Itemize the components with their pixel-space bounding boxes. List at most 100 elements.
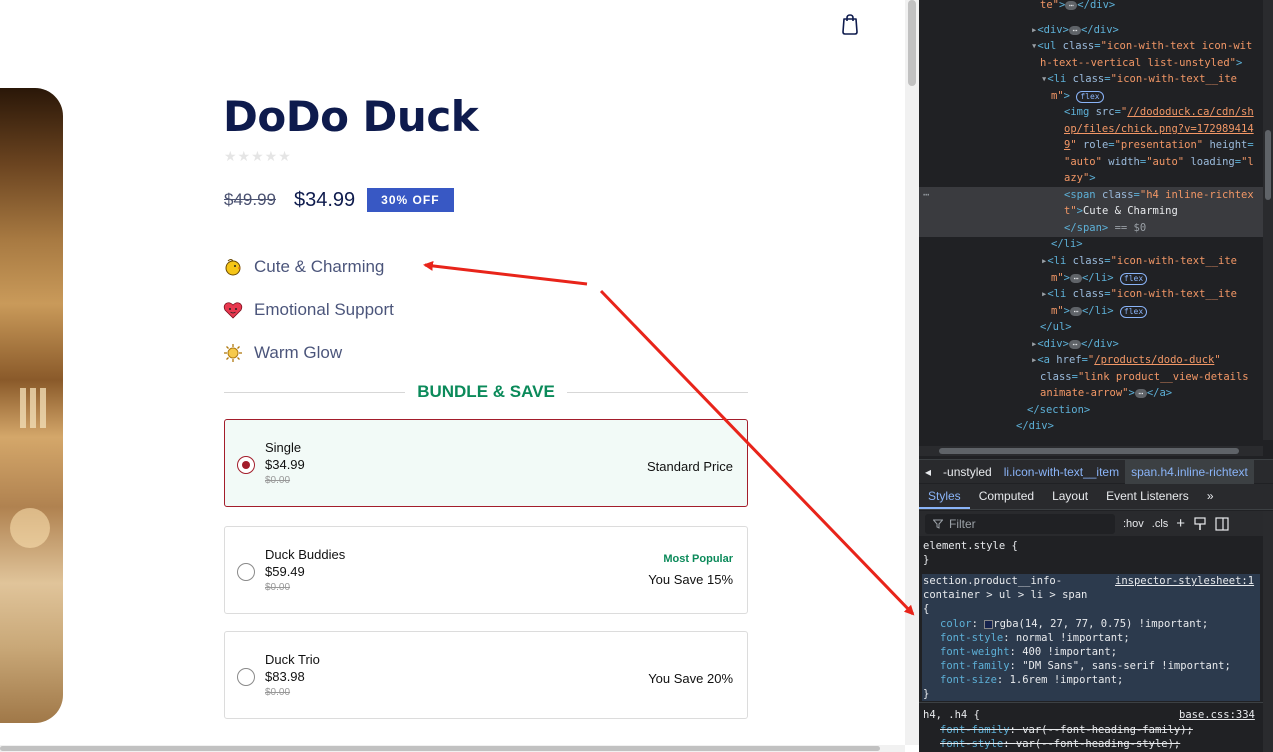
dom-node[interactable]: 9" role="presentation" height=	[1064, 137, 1254, 154]
dom-node[interactable]: ▸<a href="/products/dodo-duck"	[1031, 352, 1221, 369]
dom-node[interactable]: m"> flex	[1051, 88, 1104, 105]
dom-node[interactable]: ▾<ul class="icon-with-text icon-wit	[1031, 38, 1252, 55]
class-toggle[interactable]: .cls	[1152, 518, 1169, 530]
dom-node[interactable]: ▾<li class="icon-with-text__ite	[1041, 71, 1237, 88]
discount-badge: 30% OFF	[367, 188, 454, 212]
dom-node[interactable]: ▸<div> ⋯ </div>	[1031, 336, 1119, 353]
property-value[interactable]: "DM Sans", sans-serif !important;	[1022, 660, 1231, 672]
breadcrumb-item[interactable]: -unstyled	[937, 460, 998, 484]
rule-source-text[interactable]: base.css:334	[1179, 709, 1255, 721]
css-property[interactable]: color: rgba(14, 27, 77, 0.75) !important…	[940, 617, 1208, 632]
property-name[interactable]: font-family	[940, 724, 1010, 736]
rule-selector[interactable]: section.product__info-	[923, 574, 1062, 589]
toggle-sidebar-icon[interactable]	[1215, 516, 1229, 531]
css-property[interactable]: font-style: normal !important;	[940, 631, 1130, 646]
more-tabs-icon[interactable]: »	[1198, 484, 1223, 509]
dom-node[interactable]: class="link product__view-details	[1040, 369, 1249, 386]
dom-node[interactable]: </ul>	[1040, 319, 1072, 336]
scrollbar-thumb[interactable]	[908, 0, 916, 86]
dom-node[interactable]: op/files/chick.png?v=172989414	[1064, 121, 1254, 138]
dom-node-selected[interactable]: </span> == $0	[1064, 220, 1146, 237]
property-name[interactable]: font-family	[940, 660, 1010, 672]
radio-button[interactable]	[237, 563, 255, 581]
property-name[interactable]: color	[940, 618, 972, 630]
element-style-selector[interactable]: element.style {	[923, 539, 1018, 554]
dom-node[interactable]: h-text--vertical list-unstyled">	[1040, 55, 1242, 72]
rule-source-text[interactable]: inspector-stylesheet:1	[1115, 575, 1254, 587]
tab-event-listeners[interactable]: Event Listeners	[1097, 484, 1198, 509]
bundle-option-name: Single	[265, 440, 302, 455]
property-value[interactable]: var(--font-heading-family);	[1022, 724, 1193, 736]
css-property[interactable]: font-family: "DM Sans", sans-serif !impo…	[940, 659, 1231, 674]
css-property[interactable]: font-weight: 400 !important;	[940, 645, 1117, 660]
hover-state-toggle[interactable]: :hov	[1123, 518, 1144, 530]
property-value[interactable]: 400 !important;	[1022, 646, 1117, 658]
bundle-option-duck-buddies[interactable]: Duck Buddies $59.49 $0.00 Most Popular Y…	[224, 526, 748, 614]
rating-stars[interactable]: ★★★★★	[224, 148, 292, 165]
rule-source-link[interactable]: inspector-stylesheet:1	[1115, 574, 1254, 589]
rule-selector[interactable]: container > ul > li > span	[923, 588, 1087, 603]
chick-icon	[222, 256, 244, 278]
dom-node[interactable]: m"> ⋯ </li> flex	[1051, 303, 1148, 320]
tab-computed[interactable]: Computed	[970, 484, 1043, 509]
cart-icon[interactable]	[838, 12, 862, 36]
styles-scrollbar[interactable]	[1263, 511, 1273, 752]
dom-node-menu[interactable]: ⋯	[923, 187, 929, 204]
radio-button[interactable]	[237, 456, 255, 474]
image-detail	[40, 388, 46, 428]
dom-node[interactable]: ▸<div> ⋯ </div>	[1031, 22, 1119, 39]
property-value[interactable]: var(--font-heading-style);	[1016, 738, 1180, 750]
property-name[interactable]: font-size	[940, 674, 997, 686]
page-horizontal-scrollbar[interactable]	[0, 745, 905, 752]
page-scrollbar[interactable]	[905, 0, 919, 745]
dom-node[interactable]: te"> ⋯ </div>	[1040, 0, 1115, 14]
css-property[interactable]: font-size: 1.6rem !important;	[940, 673, 1123, 688]
rule-selector[interactable]: h4, .h4 {	[923, 708, 980, 723]
breadcrumb-item-current[interactable]: span.h4.inline-richtext	[1125, 459, 1254, 484]
dom-node[interactable]: azy">	[1064, 170, 1096, 187]
new-rule-button[interactable]: +	[1176, 515, 1185, 532]
radio-button[interactable]	[237, 668, 255, 686]
css-property-overridden[interactable]: font-style: var(--font-heading-style);	[940, 737, 1180, 752]
dom-node[interactable]: </div>	[1016, 418, 1054, 435]
tab-layout[interactable]: Layout	[1043, 484, 1097, 509]
styles-toolbar: Filter :hov .cls +	[919, 511, 1263, 536]
breadcrumb-back-icon[interactable]: ◂	[919, 460, 937, 484]
color-swatch[interactable]	[984, 619, 994, 629]
rule-brace: {	[923, 603, 930, 615]
elements-horizontal-scrollbar[interactable]	[919, 446, 1263, 456]
bundle-option-single[interactable]: Single $34.99 $0.00 Standard Price	[224, 419, 748, 507]
dom-node[interactable]: animate-arrow"> ⋯ </a>	[1040, 385, 1172, 402]
elements-tree[interactable]: te"> ⋯ </div> ▸<div> ⋯ </div> ▾<ul class="ic…	[919, 0, 1273, 446]
scrollbar-thumb[interactable]	[0, 746, 880, 751]
dom-node[interactable]: "auto" width="auto" loading="l	[1064, 154, 1254, 171]
dom-node[interactable]: </section>	[1027, 402, 1090, 419]
dom-node-selected[interactable]: t">Cute & Charming	[1064, 203, 1178, 220]
property-value[interactable]: normal !important;	[1016, 632, 1130, 644]
dom-node[interactable]: </li>	[1051, 236, 1083, 253]
tab-styles[interactable]: Styles	[919, 484, 970, 509]
feature-item: Emotional Support	[222, 288, 394, 331]
dom-node[interactable]: m"> ⋯ </li> flex	[1051, 270, 1148, 287]
rule-source-link[interactable]: base.css:334	[1179, 708, 1255, 723]
dom-node[interactable]: ▸<li class="icon-with-text__ite	[1041, 286, 1237, 303]
property-name[interactable]: font-style	[940, 632, 1003, 644]
paint-icon[interactable]	[1193, 516, 1207, 531]
breadcrumb-item[interactable]: li.icon-with-text__item	[998, 460, 1125, 484]
elements-scrollbar[interactable]	[1263, 0, 1273, 440]
dom-node[interactable]: <img src="//dododuck.ca/cdn/sh	[1064, 104, 1254, 121]
scrollbar-thumb[interactable]	[939, 448, 1239, 454]
dom-node[interactable]: ▸<li class="icon-with-text__ite	[1041, 253, 1237, 270]
filter-input[interactable]: Filter	[925, 513, 1115, 534]
property-value[interactable]: rgba(14, 27, 77, 0.75) !important;	[993, 618, 1208, 630]
scrollbar-thumb[interactable]	[1265, 130, 1271, 200]
dom-node-selected[interactable]: <span class="h4 inline-richtex	[1064, 187, 1254, 204]
bundle-option-compare-price: $0.00	[265, 687, 291, 698]
product-image[interactable]	[0, 88, 63, 723]
property-value[interactable]: 1.6rem !important;	[1010, 674, 1124, 686]
css-property-overridden[interactable]: font-family: var(--font-heading-family);	[940, 723, 1193, 738]
styles-pane[interactable]: element.style { } section.product__info-…	[919, 537, 1263, 752]
property-name[interactable]: font-weight	[940, 646, 1010, 658]
bundle-option-duck-trio[interactable]: Duck Trio $83.98 $0.00 You Save 20%	[224, 631, 748, 719]
property-name[interactable]: font-style	[940, 738, 1003, 750]
